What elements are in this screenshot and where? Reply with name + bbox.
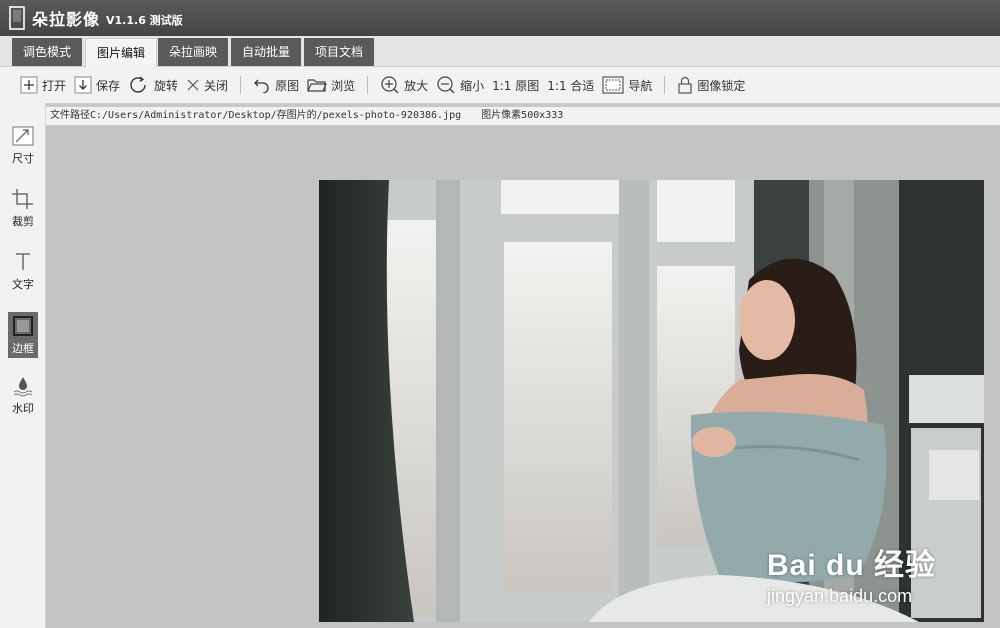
sidebar-item-label: 裁剪	[12, 215, 34, 228]
crop-icon	[12, 189, 33, 209]
sidebar-item-watermark[interactable]: 水印	[8, 375, 38, 421]
close-label: 关闭	[204, 78, 229, 93]
tab-image-edit[interactable]: 图片编辑	[85, 38, 157, 67]
toolbar-divider	[240, 76, 242, 94]
app-logo-icon	[9, 6, 25, 30]
zoom-in-button[interactable]: 放大	[380, 75, 428, 95]
lock-label: 图像锁定	[697, 78, 746, 93]
sidebar-item-crop[interactable]: 裁剪	[8, 188, 38, 234]
tab-project-docs[interactable]: 项目文档	[304, 38, 374, 66]
file-info-bar: 文件路径C:/Users/Administrator/Desktop/存图片的/…	[46, 107, 1000, 125]
title-bar: 朵拉影像 V1.1.6 测试版	[0, 0, 1000, 36]
app-name: 朵拉影像	[32, 10, 101, 29]
browse-label: 浏览	[331, 78, 356, 93]
browse-button[interactable]: 浏览	[307, 77, 355, 94]
save-label: 保存	[96, 78, 121, 93]
sidebar-item-border[interactable]: 边框	[8, 312, 38, 358]
navigator-icon	[602, 76, 625, 94]
rotate-button[interactable]: 旋转	[128, 75, 178, 95]
image-pixels: 图片像素500x333	[481, 110, 564, 121]
sidebar-item-label: 尺寸	[12, 152, 34, 165]
lock-image-button[interactable]: 图像锁定	[677, 76, 745, 94]
close-button[interactable]: 关闭	[186, 77, 228, 94]
sidebar-item-label: 文字	[12, 278, 34, 291]
watermark-overlay: Bai du 经验 jingyan.baidu.com	[767, 540, 936, 607]
rotate-icon	[130, 76, 146, 93]
watermark-brand: Bai du 经验	[767, 549, 937, 582]
open-button[interactable]: 打开	[20, 76, 66, 94]
navigate-button[interactable]: 导航	[602, 76, 652, 94]
zoom-out-button[interactable]: 缩小	[436, 75, 484, 95]
sidebar-item-resize[interactable]: 尺寸	[8, 125, 38, 171]
one-to-one-original-button[interactable]: 1:1 原图	[492, 77, 539, 94]
toolbar-divider	[664, 76, 666, 94]
tab-bar: 调色模式 图片编辑 朵拉画映 自动批量 项目文档	[0, 36, 1000, 67]
file-path: 文件路径C:/Users/Administrator/Desktop/存图片的/…	[50, 110, 462, 121]
left-tool-sidebar: 尺寸 裁剪 文字 边框 水印	[0, 103, 46, 628]
folder-icon	[307, 79, 327, 92]
rotate-label: 旋转	[154, 78, 179, 93]
resize-icon	[12, 126, 34, 146]
photo-preview: Bai du 经验 jingyan.baidu.com	[319, 180, 984, 622]
zoom-out-label: 缩小	[460, 78, 485, 93]
original-label: 原图	[275, 78, 300, 93]
tab-color-mode[interactable]: 调色模式	[12, 38, 82, 66]
text-icon	[16, 253, 30, 270]
save-button[interactable]: 保存	[74, 76, 120, 94]
zoom-in-label: 放大	[404, 78, 429, 93]
border-icon	[13, 316, 33, 336]
lock-icon	[678, 76, 693, 94]
sidebar-item-label: 边框	[12, 342, 34, 355]
one-to-one-original-label: 1:1 原图	[492, 78, 540, 93]
navigate-label: 导航	[628, 78, 653, 93]
watermark-icon	[13, 377, 33, 397]
save-down-arrow-icon	[74, 76, 92, 94]
watermark-url: jingyan.baidu.com	[767, 586, 913, 606]
toolbar: 打开 保存 旋转 关闭 原图 浏览 放大 缩小 1:1 原图 1:1 合适 导航	[0, 67, 1000, 103]
open-label: 打开	[42, 78, 67, 93]
tab-auto-batch[interactable]: 自动批量	[231, 38, 301, 66]
plus-icon	[20, 76, 38, 94]
tab-dora-slideshow[interactable]: 朵拉画映	[158, 38, 228, 66]
app-version: V1.1.6 测试版	[106, 13, 183, 27]
close-icon	[187, 79, 199, 91]
fit-label: 1:1 合适	[547, 78, 595, 93]
fit-button[interactable]: 1:1 合适	[547, 77, 594, 94]
undo-icon	[254, 79, 269, 93]
sidebar-item-text[interactable]: 文字	[8, 251, 38, 297]
zoom-in-icon	[381, 76, 399, 94]
image-canvas[interactable]: Bai du 经验 jingyan.baidu.com	[46, 126, 1000, 628]
toolbar-divider	[367, 76, 369, 94]
original-button[interactable]: 原图	[253, 77, 299, 94]
sidebar-item-label: 水印	[12, 402, 34, 415]
zoom-out-icon	[437, 76, 455, 94]
